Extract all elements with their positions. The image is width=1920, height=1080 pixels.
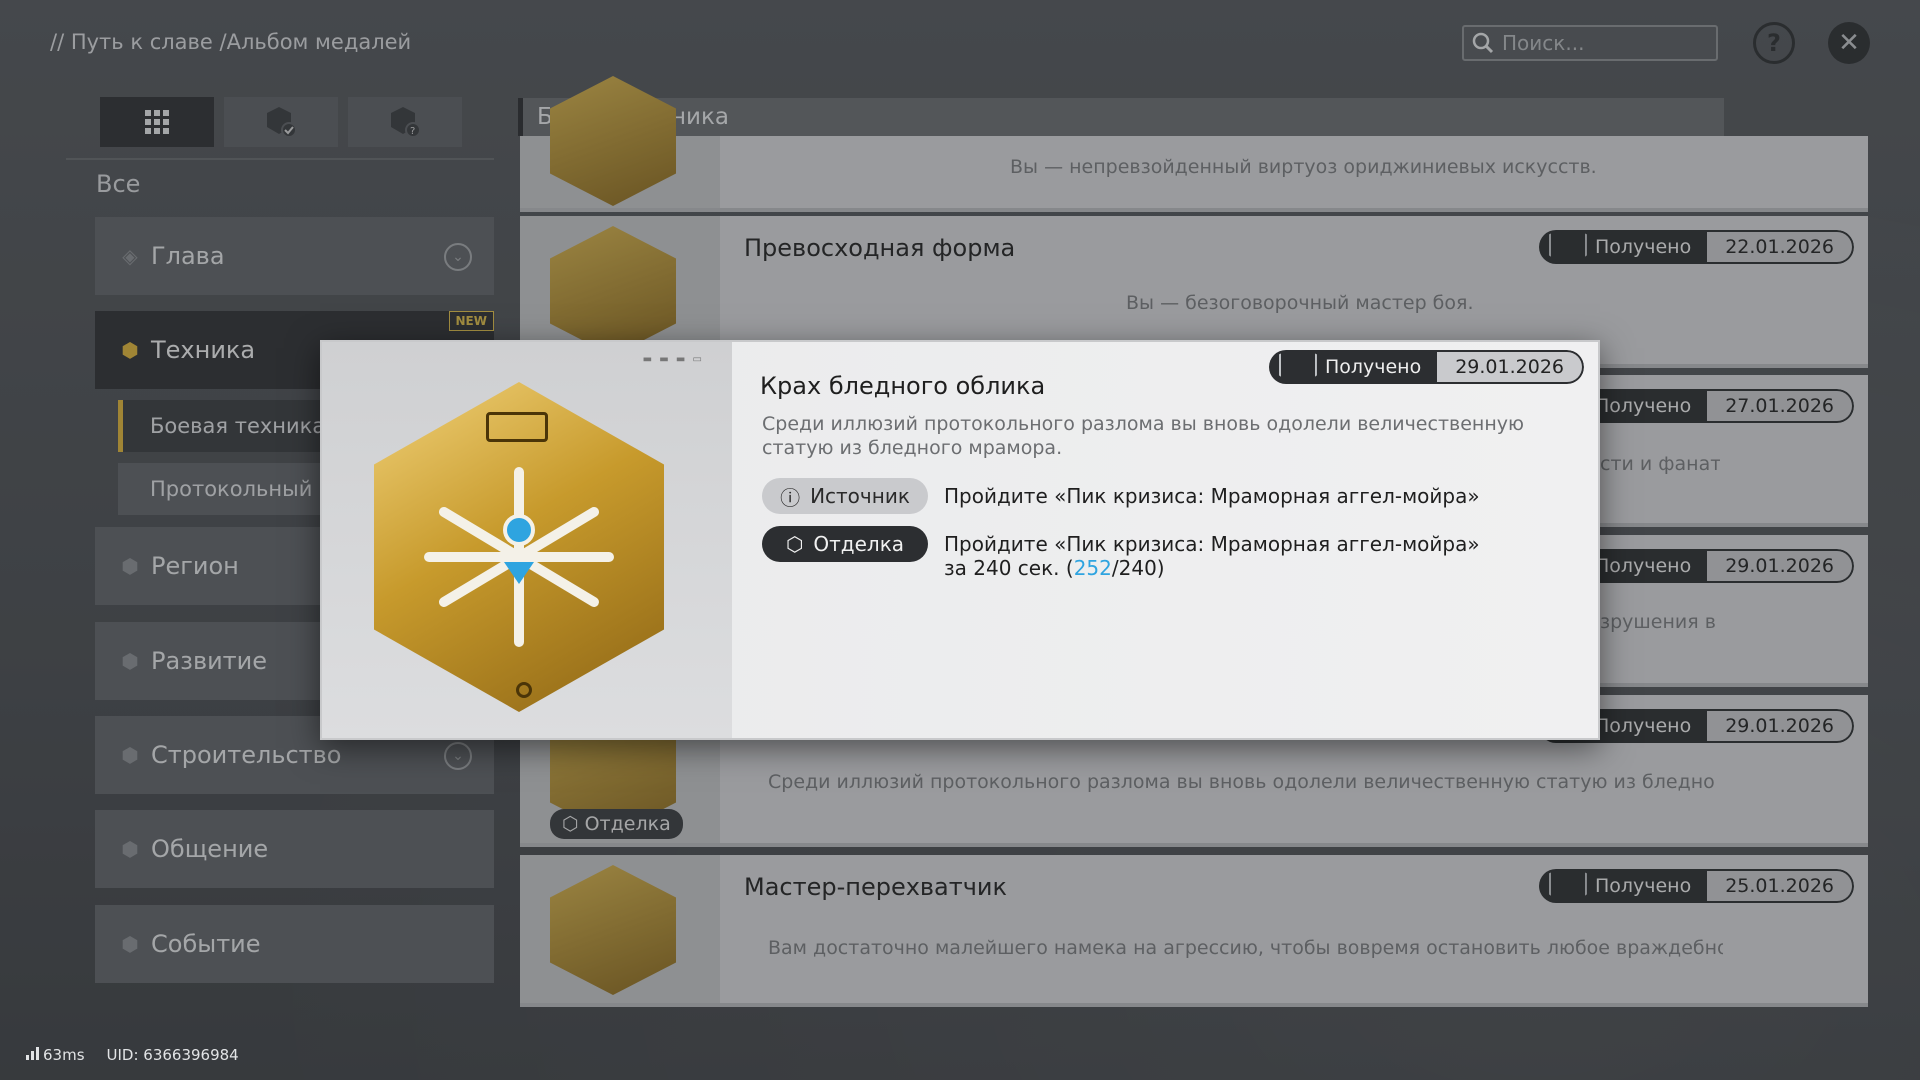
finish-progress: 252 bbox=[1073, 556, 1112, 580]
star-emblem-icon bbox=[424, 467, 614, 647]
source-tag: ⓘ Источник bbox=[762, 478, 928, 514]
finish-row: ⬡ Отделка Пройдите «Пик кризиса: Мраморн… bbox=[762, 526, 1504, 580]
medal-info: Крах бледного облика Получено 29.01.2026… bbox=[752, 342, 1598, 738]
medal-plate bbox=[486, 412, 548, 442]
decor-bars: ▬ ▬ ▬ ▭ bbox=[642, 354, 704, 365]
medal-dial bbox=[516, 682, 532, 698]
finish-text-pre: Пройдите «Пик кризиса: Мраморная аггел-м… bbox=[944, 532, 1480, 580]
finish-icon: ⬡ bbox=[785, 532, 804, 556]
signal-icon bbox=[26, 1047, 39, 1060]
finish-label: Отделка bbox=[813, 532, 905, 556]
finish-text-post: /240) bbox=[1111, 556, 1165, 580]
status-date: 29.01.2026 bbox=[1437, 350, 1584, 384]
status-label: Получено bbox=[1324, 356, 1422, 378]
modal-description: Среди иллюзий протокольного разлома вы в… bbox=[762, 413, 1524, 459]
source-row: ⓘ Источник Пройдите «Пик кризиса: Мрамор… bbox=[762, 478, 1504, 514]
source-text: Пройдите «Пик кризиса: Мраморная аггел-м… bbox=[944, 484, 1480, 508]
source-label: Источник bbox=[810, 484, 910, 508]
finish-text: Пройдите «Пик кризиса: Мраморная аггел-м… bbox=[944, 526, 1504, 580]
ping: 63ms bbox=[26, 1046, 85, 1064]
uid: UID: 6366396984 bbox=[106, 1046, 239, 1064]
medal-large-icon bbox=[374, 382, 664, 712]
finish-tag: ⬡ Отделка bbox=[762, 526, 928, 562]
modal-title: Крах бледного облика bbox=[760, 372, 1046, 400]
shield-icon bbox=[1278, 350, 1317, 384]
ping-value: 63ms bbox=[43, 1046, 85, 1064]
medal-detail-modal: ▬ ▬ ▬ ▭ Крах бледного облика Получено 29… bbox=[320, 340, 1600, 740]
footer: 63ms UID: 6366396984 bbox=[26, 1046, 239, 1064]
medal-preview: ▬ ▬ ▬ ▭ bbox=[322, 342, 732, 738]
info-icon: ⓘ bbox=[780, 485, 801, 510]
modal-status-badge: Получено 29.01.2026 bbox=[1268, 350, 1584, 384]
